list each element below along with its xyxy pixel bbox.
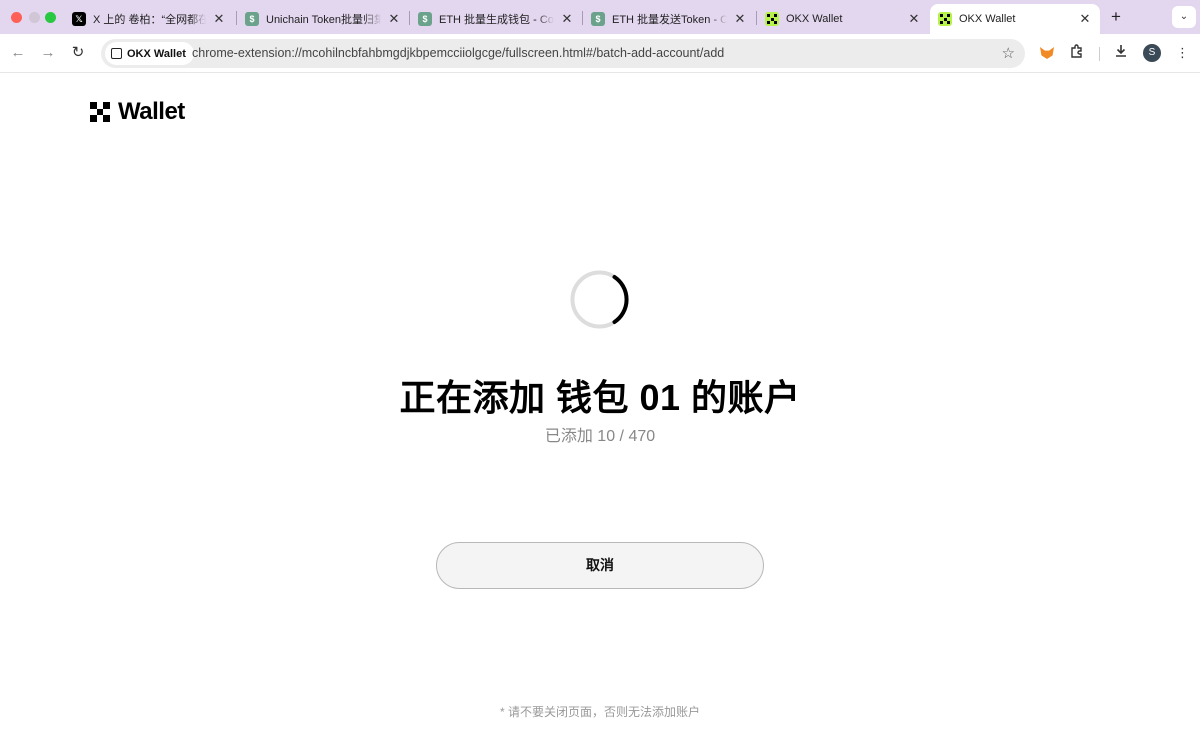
bookmark-star-icon[interactable]: ☆: [1002, 44, 1015, 62]
progress-text: 已添加 10 / 470: [544, 428, 656, 445]
browser-tab[interactable]: $ ETH 批量生成钱包 - Coin ✕: [410, 4, 582, 34]
reload-icon: ↻: [71, 44, 85, 61]
tab-label: ETH 批量生成钱包 - Coin: [439, 14, 554, 26]
okx-logo-icon: [90, 102, 110, 122]
extension-chip[interactable]: OKX Wallet: [105, 42, 194, 65]
maximize-window-button[interactable]: [45, 12, 56, 23]
browser-toolbar: ← → ↻ OKX Wallet chrome-extension://mcoh…: [0, 34, 1200, 73]
browser-tab[interactable]: $ ETH 批量发送Token - Co ✕: [583, 4, 755, 34]
tab-label: Unichain Token批量归集: [266, 14, 381, 26]
coin-icon: $: [245, 12, 259, 26]
close-icon[interactable]: ✕: [733, 11, 747, 27]
metamask-fox-icon: [1040, 47, 1054, 59]
toolbar-divider: [1099, 47, 1100, 61]
coin-icon: $: [418, 12, 432, 26]
more-menu-icon[interactable]: ⋮: [1176, 44, 1189, 62]
metamask-extension-button[interactable]: [1037, 43, 1057, 63]
tab-label: OKX Wallet: [786, 13, 843, 25]
brand-name: Wallet: [118, 98, 185, 125]
extension-icon: [111, 48, 122, 59]
address-bar[interactable]: OKX Wallet chrome-extension://mcohilncbf…: [101, 39, 1025, 68]
tab-strip: 𝕏 X 上的 卷柏：“全网都在0 ✕ $ Unichain Token批量归集 …: [0, 0, 1200, 34]
browser-tab[interactable]: 𝕏 X 上的 卷柏：“全网都在0 ✕: [64, 4, 234, 34]
tab-search-button[interactable]: ⌄: [1172, 6, 1196, 28]
browser-tab[interactable]: OKX Wallet ✕: [757, 4, 929, 34]
tab-label: ETH 批量发送Token - Co: [612, 14, 727, 26]
x-logo-icon: 𝕏: [72, 12, 86, 26]
browser-tab[interactable]: $ Unichain Token批量归集 ✕: [237, 4, 409, 34]
reload-button[interactable]: ↻: [67, 42, 89, 64]
okx-icon: [765, 12, 779, 26]
url-text[interactable]: chrome-extension://mcohilncbfahbmgdjkbpe…: [192, 46, 724, 60]
close-icon[interactable]: ✕: [212, 11, 226, 27]
puzzle-icon: [1071, 44, 1082, 58]
download-icon: [1116, 45, 1126, 57]
okx-icon: [938, 12, 952, 26]
forward-button[interactable]: →: [37, 42, 59, 64]
chevron-down-icon: ⌄: [1179, 11, 1189, 22]
close-icon[interactable]: ✕: [1078, 11, 1092, 27]
page-content: Wallet 正在添加 钱包 01 的账户 已添加 10 / 470 取消 * …: [0, 74, 1200, 750]
tab-label: OKX Wallet: [959, 13, 1016, 25]
browser-tab-active[interactable]: OKX Wallet ✕: [930, 4, 1100, 34]
minimize-window-button[interactable]: [29, 12, 40, 23]
coin-icon: $: [591, 12, 605, 26]
close-icon[interactable]: ✕: [387, 11, 401, 27]
arrow-right-icon: →: [40, 44, 56, 61]
arrow-left-icon: ←: [10, 44, 26, 61]
close-window-button[interactable]: [11, 12, 22, 23]
loading-spinner: [570, 270, 629, 329]
extensions-button[interactable]: [1067, 43, 1087, 63]
profile-avatar[interactable]: S: [1143, 44, 1161, 62]
extension-chip-label: OKX Wallet: [127, 47, 186, 60]
new-tab-button[interactable]: +: [1106, 7, 1126, 27]
cancel-button[interactable]: 取消: [436, 542, 764, 589]
tab-label: X 上的 卷柏：“全网都在0: [93, 14, 206, 26]
close-icon[interactable]: ✕: [907, 11, 921, 27]
downloads-button[interactable]: [1111, 43, 1131, 63]
okx-wallet-logo: Wallet: [90, 98, 185, 126]
page-title: 正在添加 钱包 01 的账户: [399, 377, 801, 418]
close-icon[interactable]: ✕: [560, 11, 574, 27]
back-button[interactable]: ←: [7, 42, 29, 64]
warning-note: * 请不要关闭页面，否则无法添加账户: [499, 705, 700, 719]
